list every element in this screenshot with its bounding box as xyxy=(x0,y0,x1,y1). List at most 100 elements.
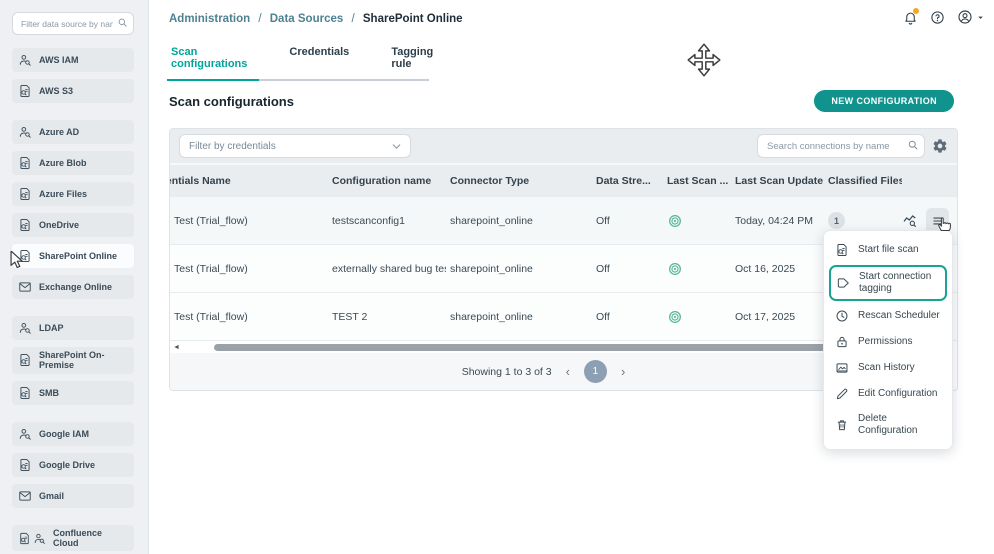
menu-item-edit-configuration[interactable]: Edit Configuration xyxy=(824,381,952,407)
sidebar-item-label: Gmail xyxy=(39,491,64,501)
menu-item-delete-configuration[interactable]: Delete Configuration xyxy=(824,407,952,443)
breadcrumb-administration[interactable]: Administration xyxy=(169,13,250,25)
sidebar-item-google-iam[interactable]: Google IAM xyxy=(12,422,134,446)
sidebar-item-confluence-cloud[interactable]: Confluence Cloud xyxy=(12,525,134,552)
cell-connector-type: sharepoint_online xyxy=(446,311,592,323)
user-search-icon xyxy=(18,53,32,67)
menu-item-permissions[interactable]: Permissions xyxy=(824,329,952,355)
pagination-summary: Showing 1 to 3 of 3 xyxy=(462,366,552,378)
sidebar-item-label: Exchange Online xyxy=(39,282,112,292)
tab-tagging-rule[interactable]: Tagging rule xyxy=(389,46,435,79)
scan-status-icon xyxy=(667,309,683,325)
account-menu-button[interactable] xyxy=(957,9,986,25)
scan-insights-icon[interactable] xyxy=(902,213,918,229)
column-classified-files[interactable]: Classified Files xyxy=(824,175,902,187)
user-search-icon xyxy=(18,125,32,139)
menu-item-scan-history[interactable]: Scan History xyxy=(824,355,952,381)
sidebar-item-label: AWS IAM xyxy=(39,55,79,65)
new-configuration-button[interactable]: NEW CONFIGURATION xyxy=(814,90,954,112)
sidebar-item-ldap[interactable]: LDAP xyxy=(12,316,134,340)
user-search-icon xyxy=(18,427,32,441)
sidebar-item-label: Azure Blob xyxy=(39,158,87,168)
cell-credentials-name: Test (Trial_flow) xyxy=(170,311,328,323)
doc-search-icon xyxy=(18,386,32,400)
doc-search-icon xyxy=(18,218,32,232)
cell-data-streaming: Off xyxy=(592,215,663,227)
column-data-streaming[interactable]: Data Stre... xyxy=(592,175,663,187)
column-credentials-name[interactable]: Credentials Name xyxy=(170,175,328,187)
notifications-button[interactable] xyxy=(903,10,918,25)
scrollbar-thumb[interactable] xyxy=(214,344,834,351)
menu-item-start-file-scan[interactable]: Start file scan xyxy=(824,237,952,263)
sidebar-item-exchange-online[interactable]: Exchange Online xyxy=(12,275,134,299)
cell-data-streaming: Off xyxy=(592,311,663,323)
hamburger-icon xyxy=(931,214,945,228)
next-page-button[interactable]: › xyxy=(621,364,625,379)
table-filter-bar: Filter by credentials xyxy=(170,129,957,163)
tab-credentials[interactable]: Credentials xyxy=(287,46,351,79)
doc-search-icon xyxy=(18,458,32,472)
notification-dot xyxy=(913,8,919,14)
tab-bar: Scan configurations Credentials Tagging … xyxy=(169,46,429,81)
column-last-scan[interactable]: Last Scan ... xyxy=(663,175,731,187)
cell-connector-type: sharepoint_online xyxy=(446,215,592,227)
sidebar-item-aws-s3[interactable]: AWS S3 xyxy=(12,79,134,103)
sidebar-item-google-drive[interactable]: Google Drive xyxy=(12,453,134,477)
doc-search-icon xyxy=(18,353,32,367)
cell-connector-type: sharepoint_online xyxy=(446,263,592,275)
cell-credentials-name: Test (Trial_flow) xyxy=(170,215,328,227)
breadcrumb-data-sources[interactable]: Data Sources xyxy=(270,13,344,25)
column-last-scan-update[interactable]: Last Scan Update xyxy=(731,175,824,187)
doc-search-icon xyxy=(18,187,32,201)
sidebar-item-sharepoint-on-premise[interactable]: SharePoint On-Premise xyxy=(12,347,134,374)
menu-item-rescan-scheduler[interactable]: Rescan Scheduler xyxy=(824,303,952,329)
filter-data-source-input[interactable] xyxy=(12,12,134,35)
scan-history-icon xyxy=(835,361,849,375)
filter-by-credentials-select[interactable]: Filter by credentials xyxy=(179,134,411,158)
sidebar-item-onedrive[interactable]: OneDrive xyxy=(12,213,134,237)
cell-configuration-name: testscanconfig1 xyxy=(328,215,446,227)
sidebar-item-label: AWS S3 xyxy=(39,86,73,96)
avatar-icon xyxy=(957,9,973,25)
breadcrumb-separator: / xyxy=(258,13,261,25)
help-button[interactable] xyxy=(930,10,945,25)
sidebar-item-azure-ad[interactable]: Azure AD xyxy=(12,120,134,144)
menu-item-start-connection-tagging[interactable]: Start connection tagging xyxy=(829,265,947,301)
cell-last-scan-update: Today, 04:24 PM xyxy=(731,215,824,227)
sidebar-item-label: Confluence Cloud xyxy=(53,528,128,549)
mail-icon xyxy=(18,280,32,294)
page-title: Scan configurations xyxy=(169,94,294,109)
trash-icon xyxy=(835,418,849,432)
search-icon xyxy=(907,139,919,151)
sidebar-item-gmail[interactable]: Gmail xyxy=(12,484,134,508)
table-settings-gear-icon[interactable] xyxy=(932,138,948,154)
cell-configuration-name: externally shared bug test xyxy=(328,263,446,275)
cell-last-scan xyxy=(663,213,731,229)
previous-page-button[interactable]: ‹ xyxy=(566,364,570,379)
table-header-row: Credentials Name Configuration name Conn… xyxy=(170,163,957,196)
search-connections-input[interactable] xyxy=(757,134,925,158)
sidebar-item-label: LDAP xyxy=(39,323,64,333)
column-configuration-name[interactable]: Configuration name xyxy=(328,175,446,187)
column-connector-type[interactable]: Connector Type xyxy=(446,175,592,187)
tag-icon xyxy=(836,276,850,290)
classified-files-badge[interactable]: 1 xyxy=(828,212,845,229)
row-context-menu: Start file scan Start connection tagging… xyxy=(823,230,953,450)
tab-scan-configurations[interactable]: Scan configurations xyxy=(169,46,249,79)
cell-last-scan xyxy=(663,309,731,325)
sidebar-group-google: Google IAM Google Drive Gmail xyxy=(12,422,134,508)
search-icon xyxy=(117,17,128,28)
data-source-sidebar: AWS IAM AWS S3 Azure AD Azure Blob Azure… xyxy=(0,0,148,554)
sidebar-group-azure: Azure AD Azure Blob Azure Files OneDrive… xyxy=(12,120,134,299)
file-scan-icon xyxy=(835,243,849,257)
sidebar-item-azure-blob[interactable]: Azure Blob xyxy=(12,151,134,175)
sidebar-item-label: Google Drive xyxy=(39,460,95,470)
sidebar-item-smb[interactable]: SMB xyxy=(12,381,134,405)
sidebar-item-sharepoint-online[interactable]: SharePoint Online xyxy=(12,244,134,268)
sidebar-item-azure-files[interactable]: Azure Files xyxy=(12,182,134,206)
sidebar-item-label: SharePoint Online xyxy=(39,251,117,261)
sidebar-item-aws-iam[interactable]: AWS IAM xyxy=(12,48,134,72)
scan-status-icon xyxy=(667,261,683,277)
scroll-left-arrow[interactable]: ◄ xyxy=(173,344,181,351)
page-number-button[interactable]: 1 xyxy=(584,360,607,383)
